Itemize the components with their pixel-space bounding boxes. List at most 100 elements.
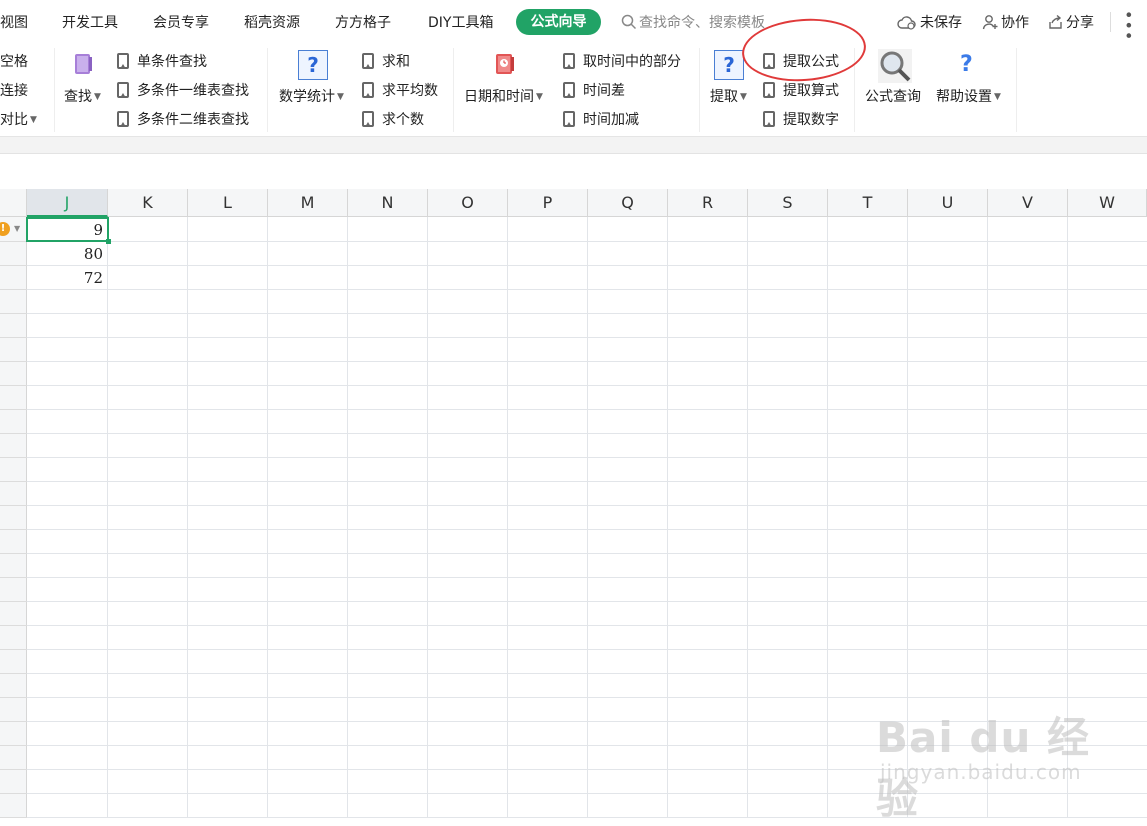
- extract-dropdown[interactable]: 提取 ▼: [710, 86, 747, 106]
- search-placeholder: 查找命令、搜索模板: [639, 15, 765, 31]
- time-diff-label: 时间差: [583, 83, 625, 99]
- count-label: 求个数: [382, 112, 424, 128]
- active-cell-cursor[interactable]: [26, 217, 111, 244]
- column-header-p[interactable]: P: [508, 189, 588, 217]
- column-header-t[interactable]: T: [828, 189, 908, 217]
- extract-time-part-label: 取时间中的部分: [583, 54, 681, 70]
- column-header-m[interactable]: M: [268, 189, 348, 217]
- tab-formula-wizard[interactable]: 公式向导: [516, 9, 601, 35]
- column-header-w[interactable]: W: [1068, 189, 1147, 217]
- multi-condition-1d-lookup-label: 多条件一维表查找: [137, 83, 249, 99]
- grid-row-line: [27, 337, 1147, 338]
- datetime-dropdown[interactable]: 日期和时间 ▼: [464, 86, 543, 106]
- cell-j2[interactable]: 80: [27, 242, 107, 266]
- grid-row-line: [27, 289, 1147, 290]
- column-header-o[interactable]: O: [428, 189, 508, 217]
- row-header-line: [0, 673, 27, 674]
- average-button[interactable]: 求平均数: [362, 80, 438, 102]
- sum-label: 求和: [382, 54, 410, 70]
- menu-ffcell[interactable]: 方方格子: [335, 12, 391, 32]
- group-divider: [453, 48, 454, 132]
- grid-column-line: [427, 217, 428, 818]
- menu-diy-toolbox[interactable]: DIY工具箱: [428, 12, 493, 32]
- menu-docer[interactable]: 稻壳资源: [244, 12, 300, 32]
- watermark-url: jingyan.baidu.com: [880, 760, 1082, 784]
- multi-condition-1d-lookup-button[interactable]: 多条件一维表查找: [117, 80, 249, 102]
- menu-view[interactable]: 视图: [0, 12, 28, 32]
- grid-row-line: [27, 361, 1147, 362]
- column-header-u[interactable]: U: [908, 189, 988, 217]
- sum-button[interactable]: 求和: [362, 51, 410, 73]
- more-options-icon[interactable]: •••: [1119, 10, 1138, 41]
- chevron-down-icon: ▼: [994, 92, 1001, 102]
- grid-row-line: [27, 313, 1147, 314]
- multi-condition-2d-lookup-label: 多条件二维表查找: [137, 112, 249, 128]
- collab-button[interactable]: 协作: [982, 12, 1029, 32]
- extract-number-button[interactable]: 提取数字: [763, 109, 839, 131]
- formula-bar[interactable]: [0, 153, 1147, 181]
- time-diff-button[interactable]: 时间差: [563, 80, 625, 102]
- help-settings-label: 帮助设置: [936, 89, 992, 105]
- bookmark-icon: [117, 111, 129, 127]
- column-header-l[interactable]: L: [188, 189, 268, 217]
- grid-column-line: [187, 217, 188, 818]
- ribbon-partial-item[interactable]: 对比 ▼: [0, 109, 37, 131]
- cell-j3[interactable]: 72: [27, 266, 107, 290]
- bookmark-icon: [563, 111, 575, 127]
- bookmark-icon: [763, 82, 775, 98]
- formula-query-button[interactable]: 公式查询: [865, 86, 921, 106]
- row-header-line: [0, 769, 27, 770]
- row-header-line: [0, 697, 27, 698]
- bookmark-icon: [763, 111, 775, 127]
- corner-header[interactable]: [0, 189, 27, 217]
- menu-developer-tools[interactable]: 开发工具: [62, 12, 118, 32]
- ribbon-partial-label: 对比: [0, 112, 28, 128]
- menu-member[interactable]: 会员专享: [153, 12, 209, 32]
- chevron-down-icon: ▼: [536, 92, 543, 102]
- extract-expression-button[interactable]: 提取算式: [763, 80, 839, 102]
- row-header-line: [0, 553, 27, 554]
- book-icon: [73, 53, 93, 79]
- math-stats-dropdown[interactable]: 数学统计 ▼: [279, 86, 344, 106]
- time-add-subtract-button[interactable]: 时间加减: [563, 109, 639, 131]
- command-search[interactable]: 查找命令、搜索模板: [621, 12, 765, 32]
- share-label: 分享: [1066, 15, 1094, 31]
- bookmark-icon: [117, 53, 129, 69]
- share-button[interactable]: 分享: [1047, 12, 1094, 32]
- ribbon-partial-item[interactable]: 空格: [0, 51, 28, 73]
- chevron-down-icon[interactable]: ▼: [14, 224, 20, 233]
- multi-condition-2d-lookup-button[interactable]: 多条件二维表查找: [117, 109, 249, 131]
- column-header-v[interactable]: V: [988, 189, 1068, 217]
- help-icon: ?: [960, 52, 973, 77]
- group-divider: [1016, 48, 1017, 132]
- grid-column-line: [107, 217, 108, 818]
- count-button[interactable]: 求个数: [362, 109, 424, 131]
- row-header-line: [0, 793, 27, 794]
- column-header-s[interactable]: S: [748, 189, 828, 217]
- column-header-q[interactable]: Q: [588, 189, 668, 217]
- row-header-column[interactable]: [0, 217, 27, 818]
- extract-time-part-button[interactable]: 取时间中的部分: [563, 51, 681, 73]
- grid-row-line: [27, 433, 1147, 434]
- grid-row-line: [27, 577, 1147, 578]
- row-header-line: [0, 601, 27, 602]
- row-header-line: [0, 241, 27, 242]
- collab-label: 协作: [1001, 15, 1029, 31]
- lookup-dropdown[interactable]: 查找 ▼: [64, 86, 101, 106]
- bookmark-icon: [362, 111, 374, 127]
- unsaved-status[interactable]: 未保存: [897, 12, 962, 32]
- ribbon-partial-item[interactable]: 连接: [0, 80, 28, 102]
- grid-column-line: [747, 217, 748, 818]
- row-header-line: [0, 577, 27, 578]
- column-header-k[interactable]: K: [108, 189, 188, 217]
- average-label: 求平均数: [382, 83, 438, 99]
- grid-row-line: [27, 649, 1147, 650]
- grid-row-line: [27, 481, 1147, 482]
- grid-row-line: [27, 529, 1147, 530]
- column-header-r[interactable]: R: [668, 189, 748, 217]
- column-header-n[interactable]: N: [348, 189, 428, 217]
- help-settings-dropdown[interactable]: 帮助设置 ▼: [936, 86, 1001, 106]
- row-header-line: [0, 745, 27, 746]
- single-condition-lookup-button[interactable]: 单条件查找: [117, 51, 207, 73]
- column-header-j[interactable]: J: [27, 189, 108, 217]
